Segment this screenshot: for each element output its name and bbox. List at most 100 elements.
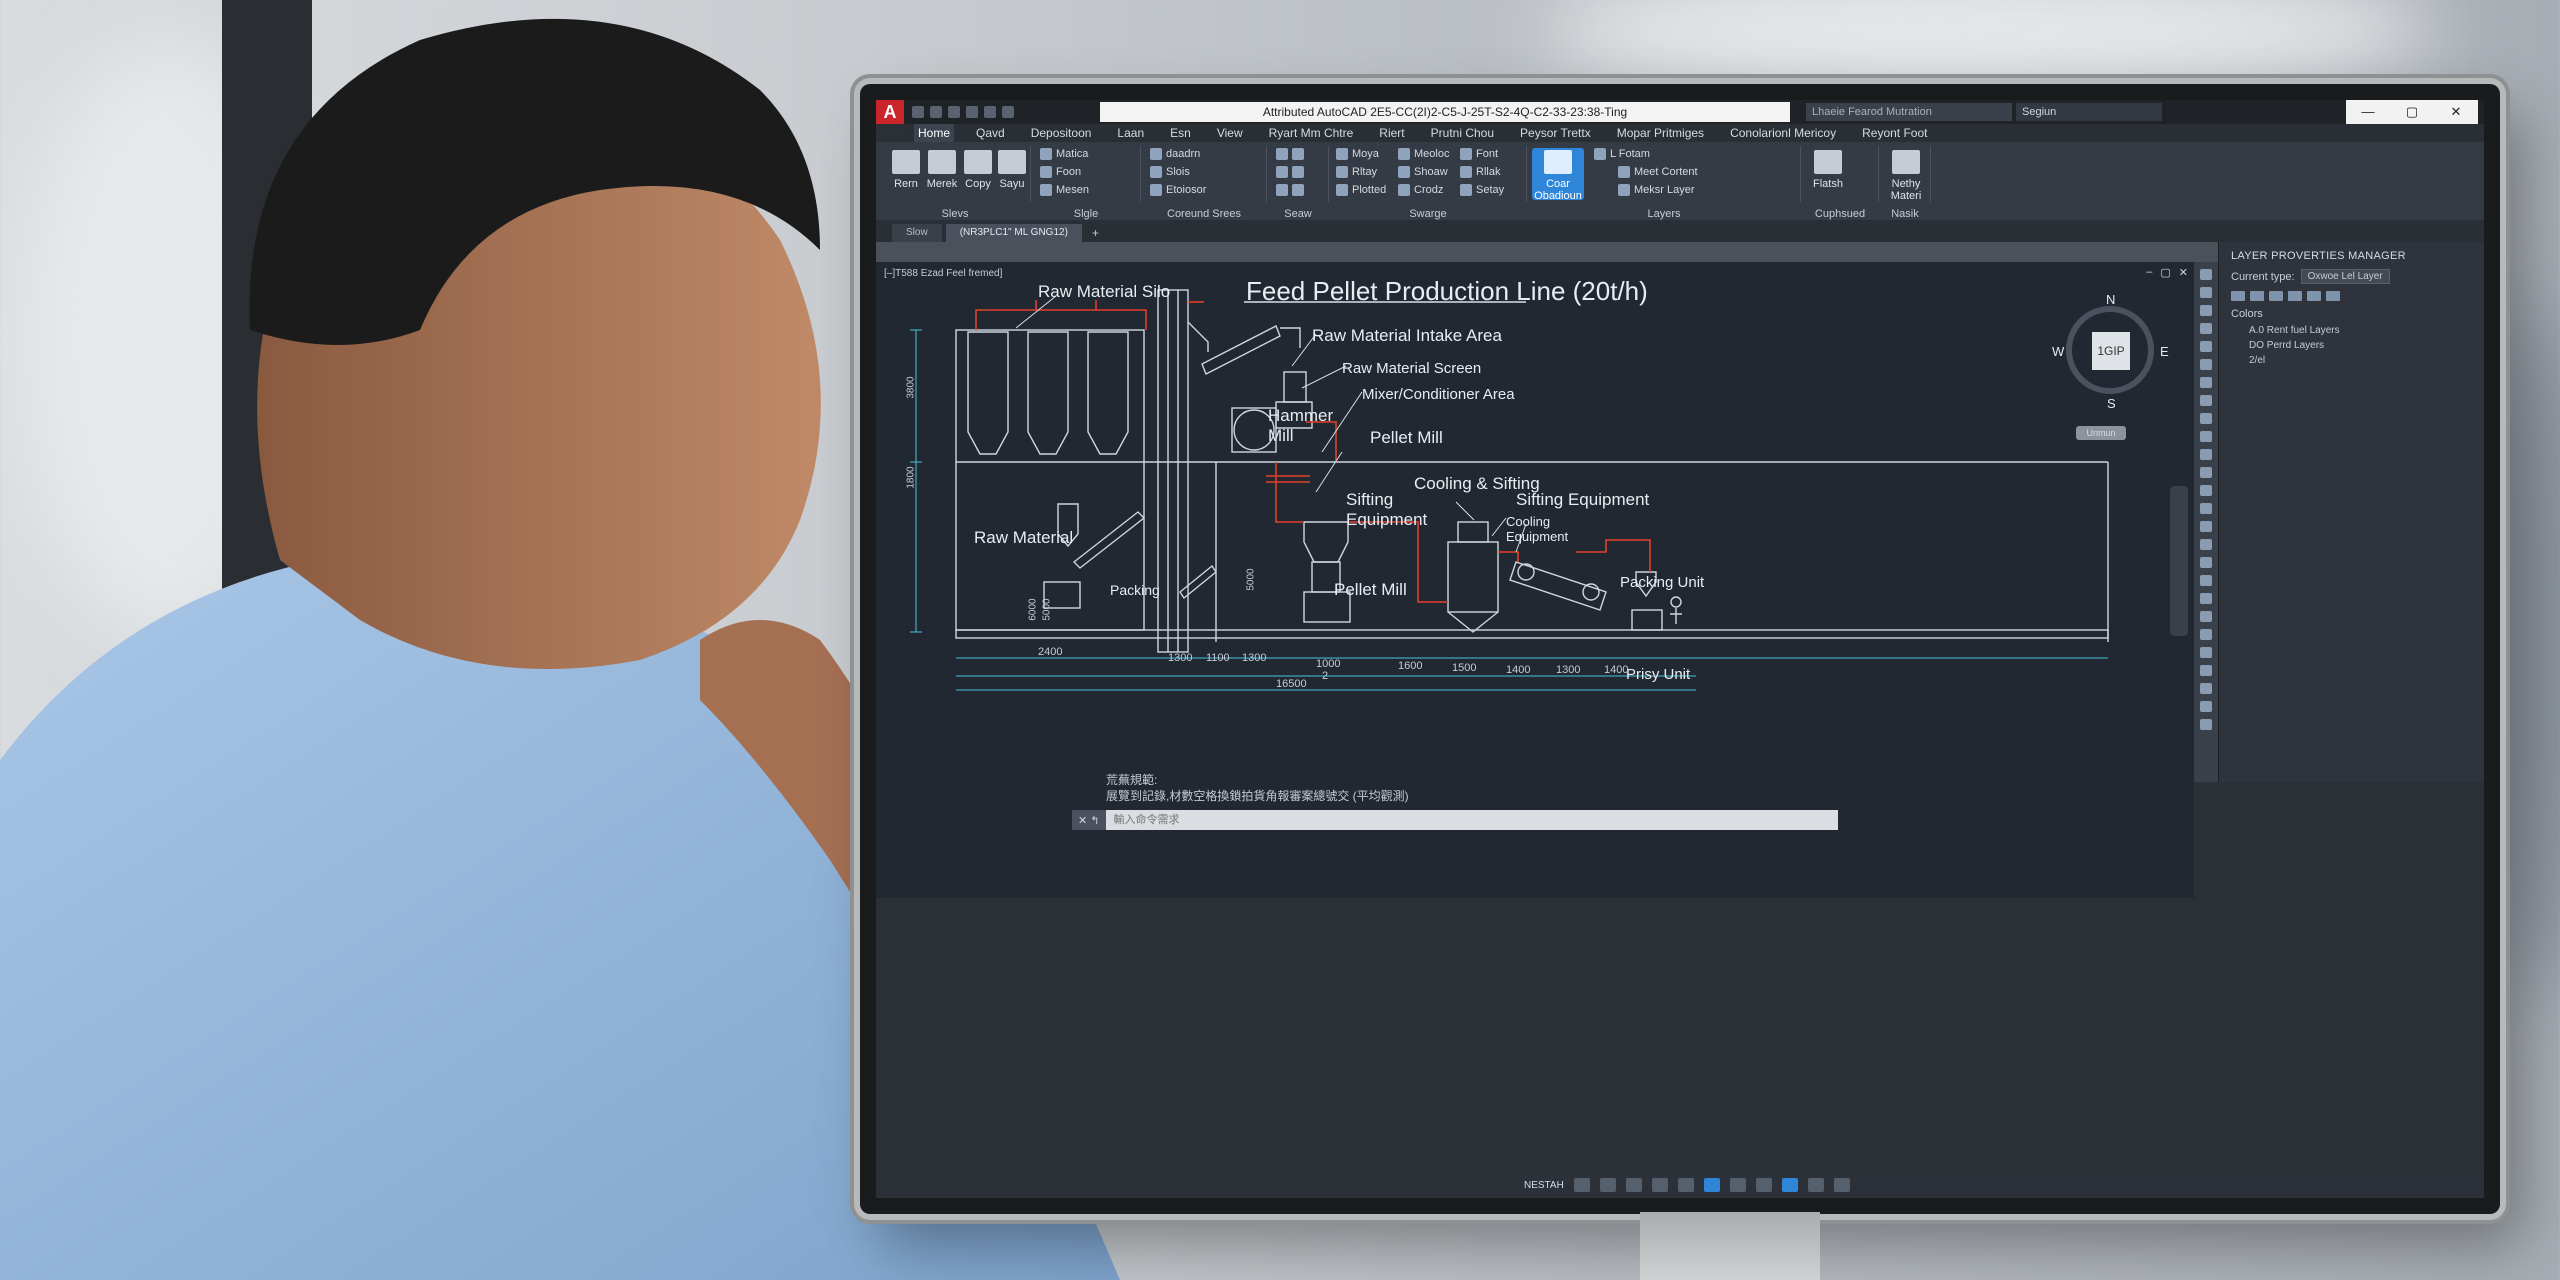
viewcube[interactable]: 1GIP N S W E: [2052, 292, 2172, 412]
meoloc-tool[interactable]: Meoloc: [1398, 148, 1449, 160]
tab-conolarionl[interactable]: Conolarionl Mericoy: [1726, 124, 1840, 142]
fotam-tool[interactable]: L Fotam: [1594, 148, 1650, 160]
tab-peysor[interactable]: Peysor Trettx: [1516, 124, 1595, 142]
tab-depositoon[interactable]: Depositoon: [1027, 124, 1096, 142]
matica-tool[interactable]: Matica: [1040, 148, 1088, 160]
setay-tool[interactable]: Setay: [1460, 184, 1504, 196]
compass-n[interactable]: N: [2106, 292, 2115, 307]
tab-esn[interactable]: Esn: [1166, 124, 1195, 142]
layer-tree-item[interactable]: DO Perrd Layers: [2219, 338, 2484, 353]
command-line-buttons[interactable]: ✕ ↰: [1072, 814, 1106, 827]
model-status[interactable]: NESTAH: [1524, 1180, 1564, 1191]
vtool-icon[interactable]: [2200, 377, 2212, 388]
panel-label-slgle[interactable]: Slgle: [1032, 208, 1140, 220]
panel-label-nasik[interactable]: Nasik: [1880, 208, 1930, 220]
crodz-tool[interactable]: Crodz: [1398, 184, 1443, 196]
shoaw-tool[interactable]: Shoaw: [1398, 166, 1448, 178]
nearby-materi-button[interactable]: Nethy Materi: [1880, 148, 1932, 202]
hardware-icon[interactable]: [1807, 1178, 1824, 1192]
vtool-icon[interactable]: [2200, 269, 2212, 280]
plotted-tool[interactable]: Plotted: [1336, 184, 1386, 196]
redo-icon[interactable]: [1002, 106, 1014, 118]
osnap-toggle[interactable]: [1677, 1178, 1694, 1192]
close-button[interactable]: ✕: [2434, 100, 2478, 124]
compass-s[interactable]: S: [2107, 396, 2116, 411]
vtool-icon[interactable]: [2200, 719, 2212, 730]
customize-icon[interactable]: [1833, 1178, 1850, 1192]
vtool-icon[interactable]: [2200, 287, 2212, 298]
vtool-icon[interactable]: [2200, 539, 2212, 550]
vtool-icon[interactable]: [2200, 413, 2212, 424]
vtool-icon[interactable]: [2200, 503, 2212, 514]
etoiosor-tool[interactable]: Etoiosor: [1150, 184, 1206, 196]
vtool-icon[interactable]: [2200, 701, 2212, 712]
snap-toggle[interactable]: [1599, 1178, 1616, 1192]
current-type-select[interactable]: Oxwoe Lel Layer: [2300, 269, 2390, 284]
wcs-menu[interactable]: Unmun: [2076, 426, 2126, 440]
vtool-icon[interactable]: [2200, 557, 2212, 568]
command-input[interactable]: [1105, 810, 1838, 830]
sayu-button[interactable]: Sayu: [986, 148, 1038, 200]
minimize-button[interactable]: —: [2346, 100, 2390, 124]
save-icon[interactable]: [948, 106, 960, 118]
rltay-tool[interactable]: Rltay: [1336, 166, 1377, 178]
new-vp-layer-icon[interactable]: [2250, 291, 2264, 301]
open-icon[interactable]: [930, 106, 942, 118]
vtool-icon[interactable]: [2200, 575, 2212, 586]
vtool-icon[interactable]: [2200, 611, 2212, 622]
coar-obadioun-button[interactable]: Coar Obadioun: [1532, 148, 1584, 202]
signin-button[interactable]: Segiun: [2016, 103, 2162, 121]
tab-ryart[interactable]: Ryart Mm Chtre: [1265, 124, 1358, 142]
viewport-restore-icon[interactable]: ▢: [2160, 266, 2170, 279]
font-tool[interactable]: Font: [1460, 148, 1498, 160]
daadrn-tool[interactable]: daadrn: [1150, 148, 1200, 160]
compass-e[interactable]: E: [2160, 344, 2169, 359]
vtool-icon[interactable]: [2200, 431, 2212, 442]
settings-icon[interactable]: [2326, 291, 2340, 301]
panel-label-coreund[interactable]: Coreund Srees: [1142, 208, 1266, 220]
flatsh-button[interactable]: Flatsh: [1802, 148, 1854, 200]
compass-w[interactable]: W: [2052, 344, 2064, 359]
refresh-icon[interactable]: [2307, 291, 2321, 301]
panel-label-cuphsued[interactable]: Cuphsued: [1802, 208, 1878, 220]
doc-tab-drawing[interactable]: (NR3PLC1" ML GNG12): [945, 224, 1082, 242]
tab-mopar[interactable]: Mopar Pritmiges: [1613, 124, 1708, 142]
new-icon[interactable]: [912, 106, 924, 118]
layer-tree-item[interactable]: A.0 Rent fuel Layers: [2219, 323, 2484, 338]
lineweight-toggle[interactable]: [1703, 1178, 1720, 1192]
panel-label-swarge[interactable]: Swarge: [1330, 208, 1526, 220]
tab-view[interactable]: View: [1213, 124, 1247, 142]
vtool-icon[interactable]: [2200, 359, 2212, 370]
tab-prutni[interactable]: Prutni Chou: [1427, 124, 1498, 142]
vtool-icon[interactable]: [2200, 395, 2212, 406]
print-icon[interactable]: [966, 106, 978, 118]
grid-toggle[interactable]: [1573, 1178, 1590, 1192]
vtool-icon[interactable]: [2200, 449, 2212, 460]
add-tab-icon[interactable]: +: [1086, 224, 1105, 242]
slois-tool[interactable]: Slois: [1150, 166, 1190, 178]
viewport-close-icon[interactable]: ✕: [2179, 266, 2188, 279]
tab-reyont[interactable]: Reyont Foot: [1858, 124, 1931, 142]
vtool-icon[interactable]: [2200, 341, 2212, 352]
panel-label-slevs[interactable]: Slevs: [880, 208, 1030, 220]
drawing-canvas[interactable]: [–]T588 Ezad Feel fremed] – ▢ ✕ Feed Pel…: [876, 262, 2194, 766]
meet-cortent-tool[interactable]: Meet Cortent: [1618, 166, 1698, 178]
vtool-icon[interactable]: [2200, 485, 2212, 496]
workspace-icon[interactable]: [1755, 1178, 1772, 1192]
maximize-button[interactable]: ▢: [2390, 100, 2434, 124]
vtool-icon[interactable]: [2200, 467, 2212, 478]
undo-icon[interactable]: [984, 106, 996, 118]
isolate-icon[interactable]: [1781, 1178, 1798, 1192]
tab-qavd[interactable]: Qavd: [972, 124, 1009, 142]
panel-label-layers[interactable]: Layers: [1528, 208, 1800, 220]
foon-tool[interactable]: Foon: [1040, 166, 1081, 178]
layer-tree-item[interactable]: 2/el: [2219, 353, 2484, 368]
vtool-icon[interactable]: [2200, 665, 2212, 676]
tab-home[interactable]: Home: [914, 124, 955, 142]
tab-riert[interactable]: Riert: [1375, 124, 1408, 142]
mesen-tool[interactable]: Mesen: [1040, 184, 1089, 196]
doc-tab-slow[interactable]: Slow: [892, 224, 942, 242]
nav-bar[interactable]: [2170, 486, 2188, 636]
vtool-icon[interactable]: [2200, 305, 2212, 316]
delete-layer-icon[interactable]: [2269, 291, 2283, 301]
